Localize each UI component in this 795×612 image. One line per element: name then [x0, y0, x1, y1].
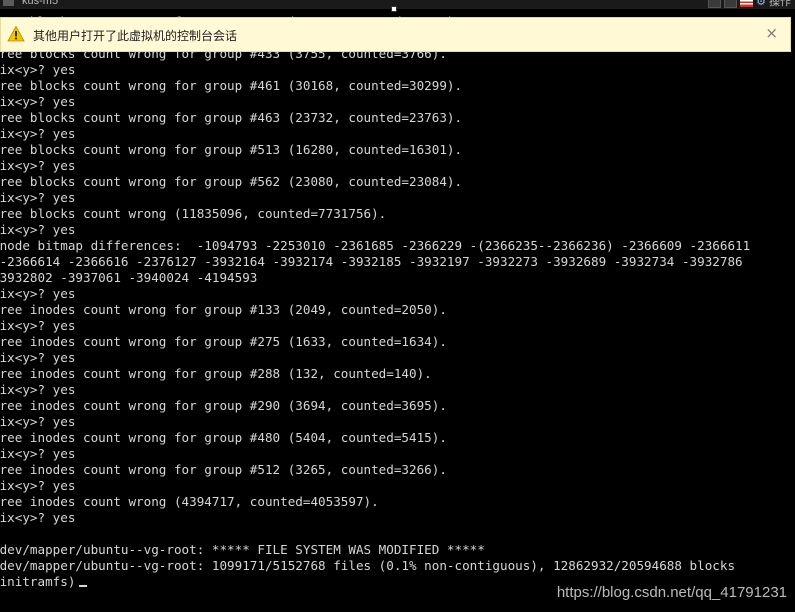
console-line: Fix<y>? yes [0, 382, 76, 397]
vm-icon [3, 0, 14, 6]
keyboard-icon[interactable] [724, 0, 738, 8]
console-line: Fix<y>? yes [0, 190, 76, 205]
console-line: Fix<y>? yes [0, 510, 76, 525]
console-line: Fix<y>? yes [0, 446, 76, 461]
notification-message: 其他用户打开了此虚拟机的控制台会话 [33, 29, 238, 43]
resize-handle[interactable] [391, 6, 397, 12]
console-line: Free blocks count wrong for group #513 (… [0, 142, 463, 157]
gear-icon[interactable]: ⚙ [756, 0, 766, 7]
console-line: Fix<y>? yes [0, 414, 76, 429]
console-line: Free blocks count wrong for group #463 (… [0, 110, 463, 125]
watermark: https://blog.csdn.net/qq_41791231 [556, 584, 787, 601]
console-line: Free inodes count wrong for group #290 (… [0, 398, 447, 413]
console-line: Free inodes count wrong (4394717, counte… [0, 494, 379, 509]
console-line: -3932802 -3937061 -3940024 -4194593 [0, 270, 258, 285]
console-line: Fix<y>? yes [0, 350, 76, 365]
console-line: Free inodes count wrong for group #275 (… [0, 334, 447, 349]
console-line: Free blocks count wrong for group #461 (… [0, 78, 463, 93]
console-line: -2366614 -2366616 -2376127 -3932164 -393… [0, 254, 743, 269]
console-line: Fix<y>? yes [0, 286, 76, 301]
console-line: /dev/mapper/ubuntu--vg-root: 1099171/515… [0, 558, 736, 573]
window-title: kus-m5 [22, 0, 59, 7]
title-bar-controls: ⚙ 操作 [708, 0, 791, 8]
console-line: Fix<y>? yes [0, 126, 76, 141]
console-line: Fix<y>? yes [0, 94, 76, 109]
console-line: Inode bitmap differences: -1094793 -2253… [0, 238, 751, 253]
warning-icon [7, 25, 25, 42]
close-icon[interactable]: × [765, 24, 778, 42]
operations-menu[interactable]: 操作 [769, 0, 791, 8]
text-cursor [79, 585, 88, 587]
console-line: Free inodes count wrong for group #512 (… [0, 462, 447, 477]
console-line: Fix<y>? yes [0, 158, 76, 173]
window-title-bar: kus-m5 ⚙ 操作 [0, 0, 795, 9]
language-flag-icon[interactable] [740, 0, 754, 7]
console-line: Fix<y>? yes [0, 62, 76, 77]
vm-console-window: kus-m5 ⚙ 操作 Free blocks count wrong for … [0, 0, 795, 612]
fullscreen-icon[interactable] [708, 0, 722, 8]
console-line: Free inodes count wrong for group #133 (… [0, 302, 447, 317]
console-line: Fix<y>? yes [0, 478, 76, 493]
console-line: Free inodes count wrong for group #480 (… [0, 430, 447, 445]
console-line: Fix<y>? yes [0, 318, 76, 333]
notification-bar: 其他用户打开了此虚拟机的控制台会话 × [0, 17, 791, 52]
console-line: Free blocks count wrong for group #562 (… [0, 174, 463, 189]
terminal-output[interactable]: Free blocks count wrong for group #335 (… [0, 14, 750, 590]
shell-prompt: (initramfs) [0, 574, 76, 589]
console-line: Fix<y>? yes [0, 222, 76, 237]
console-line: Free blocks count wrong (11835096, count… [0, 206, 387, 221]
console-line: Free inodes count wrong for group #288 (… [0, 366, 432, 381]
console-line: /dev/mapper/ubuntu--vg-root: ***** FILE … [0, 542, 485, 557]
